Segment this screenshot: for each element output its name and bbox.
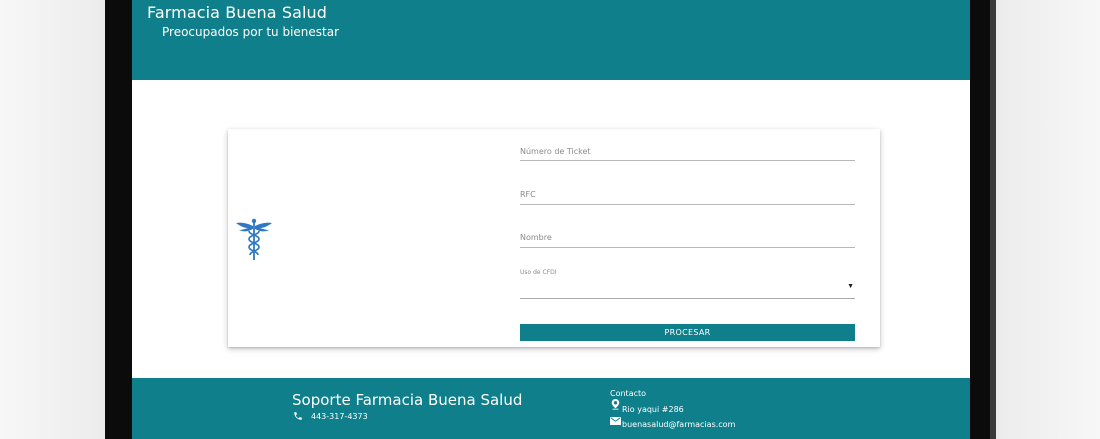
uso-cfdi-select[interactable]: Uso de CFDI ▼ [520,265,855,299]
contact-address: Rio yaqui #286 [622,405,684,414]
nombre-label: Nombre [520,233,552,242]
site-tagline: Preocupados por tu bienestar [162,25,340,39]
uso-cfdi-label: Uso de CFDI [520,269,557,276]
background-right [996,0,1100,439]
screen: Farmacia Buena Salud Preocupados por tu … [132,0,970,439]
ticket-number-label: Número de Ticket [520,147,591,156]
rfc-label: RFC [520,190,536,199]
background-left [0,0,105,439]
dropdown-arrow-icon[interactable]: ▼ [847,283,854,290]
caduceus-icon [236,218,272,260]
phone-icon [294,412,302,420]
mail-icon [610,417,621,425]
contact-title: Contacto [610,389,647,398]
ticket-number-field[interactable]: Número de Ticket [520,129,855,161]
site-footer: Soporte Farmacia Buena Salud 443-317-437… [132,378,970,439]
procesar-button[interactable]: PROCESAR [520,324,855,341]
site-title[interactable]: Farmacia Buena Salud [147,3,327,22]
invoice-form-card: Número de Ticket RFC Nombre Uso de CFDI … [228,129,880,347]
support-title: Soporte Farmacia Buena Salud [292,391,523,409]
support-phone[interactable]: 443-317-4373 [311,412,368,421]
nombre-field[interactable]: Nombre [520,216,855,248]
location-pin-icon [611,399,620,410]
rfc-field[interactable]: RFC [520,173,855,205]
site-header: Farmacia Buena Salud Preocupados por tu … [132,0,970,80]
contact-email[interactable]: buenasalud@farmacias.com [622,420,735,429]
device-bezel-edge [990,0,996,439]
